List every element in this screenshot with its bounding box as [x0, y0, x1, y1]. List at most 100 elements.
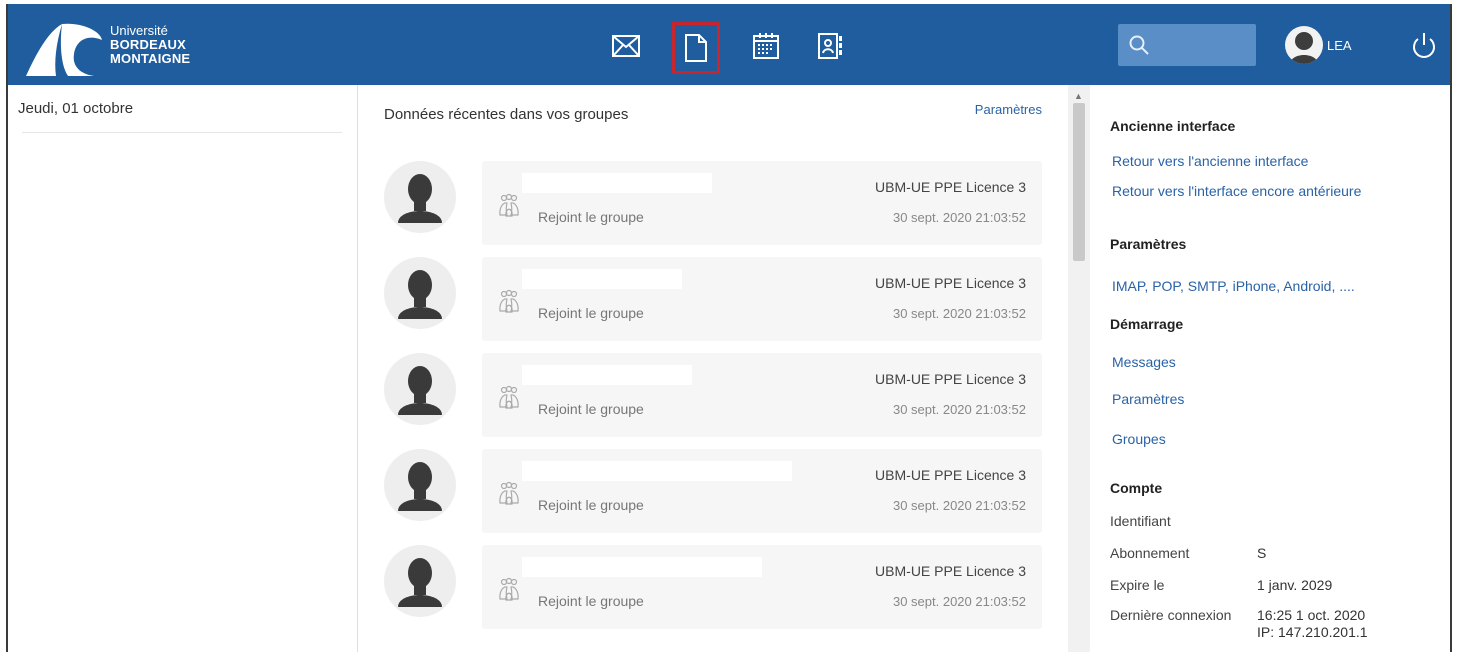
feed-item[interactable]: Rejoint le groupe UBM-UE PPE Licence 3 30 …: [384, 257, 1044, 341]
scroll-up-icon[interactable]: ▲: [1074, 91, 1083, 101]
feed-action: Rejoint le groupe: [538, 401, 644, 417]
scrollbar-thumb[interactable]: [1073, 103, 1085, 261]
feed-item[interactable]: Rejoint le groupe UBM-UE PPE Licence 3 30 …: [384, 449, 1044, 533]
feed-group-name[interactable]: UBM-UE PPE Licence 3: [875, 563, 1026, 579]
feed-card[interactable]: Rejoint le groupe UBM-UE PPE Licence 3 30 …: [482, 161, 1042, 245]
member-name: [522, 461, 792, 481]
left-panel: Jeudi, 01 octobre: [8, 85, 358, 652]
user-name: LEA: [1327, 37, 1352, 53]
member-name: [522, 365, 692, 385]
member-name: [522, 173, 712, 193]
logo-line-3: MONTAIGNE: [110, 51, 191, 66]
person-silhouette-icon: [398, 270, 442, 319]
search-icon: [1129, 35, 1149, 55]
top-bar: Université BORDEAUX MONTAIGNE LEA: [8, 4, 1450, 85]
nav-documents[interactable]: [672, 22, 720, 74]
person-silhouette-icon: [398, 366, 442, 415]
feed-group-name[interactable]: UBM-UE PPE Licence 3: [875, 371, 1026, 387]
feed-group-name[interactable]: UBM-UE PPE Licence 3: [875, 179, 1026, 195]
person-silhouette-icon: [1290, 32, 1318, 64]
member-avatar[interactable]: [384, 257, 456, 329]
feed-group-name[interactable]: UBM-UE PPE Licence 3: [875, 275, 1026, 291]
member-name: [522, 269, 682, 289]
power-icon: [1413, 33, 1435, 58]
group-icon-wrap: [498, 289, 520, 320]
expires-value: 1 janv. 2029: [1257, 577, 1333, 593]
feed-item[interactable]: Rejoint le groupe UBM-UE PPE Licence 3 30 …: [384, 353, 1044, 437]
feed-action: Rejoint le groupe: [538, 497, 644, 513]
logo-line-1: Université: [110, 23, 168, 38]
feed-card[interactable]: Rejoint le groupe UBM-UE PPE Licence 3 30 …: [482, 545, 1042, 629]
group-icon-wrap: [498, 481, 520, 512]
feed-action: Rejoint le groupe: [538, 209, 644, 225]
logo-line-2: BORDEAUX: [110, 37, 186, 52]
old-interface-title: Ancienne interface: [1110, 118, 1236, 134]
group-icon: [499, 385, 519, 409]
member-avatar[interactable]: [384, 545, 456, 617]
feed-timestamp: 30 sept. 2020 21:03:52: [892, 402, 1026, 417]
account-title: Compte: [1110, 480, 1163, 496]
app-window: Université BORDEAUX MONTAIGNE LEA Jeudi,…: [6, 4, 1452, 652]
contacts-icon: [818, 33, 842, 59]
logout-button[interactable]: [1408, 30, 1440, 62]
feed-timestamp: 30 sept. 2020 21:03:52: [892, 498, 1026, 513]
nav-mail[interactable]: [606, 26, 646, 66]
group-icon: [499, 481, 519, 505]
scrollbar[interactable]: ▲: [1068, 85, 1090, 652]
user-avatar: [1285, 26, 1323, 64]
subscription-label: Abonnement: [1110, 545, 1190, 561]
feed-item[interactable]: Rejoint le groupe UBM-UE PPE Licence 3 30 …: [384, 161, 1044, 245]
panel-title: Données récentes dans vos groupes: [384, 106, 629, 123]
feed-card[interactable]: Rejoint le groupe UBM-UE PPE Licence 3 30 …: [482, 449, 1042, 533]
mail-clients-link[interactable]: IMAP, POP, SMTP, iPhone, Android, ....: [1112, 278, 1355, 294]
member-avatar[interactable]: [384, 161, 456, 233]
subscription-value: S: [1257, 545, 1267, 561]
person-silhouette-icon: [398, 174, 442, 223]
mail-icon: [612, 35, 640, 57]
user-menu[interactable]: LEA: [1285, 22, 1352, 68]
last-login-label: Dernière connexion: [1110, 607, 1232, 623]
right-panel: Ancienne interface Retour vers l'ancienn…: [1090, 85, 1450, 652]
group-icon-wrap: [498, 193, 520, 224]
calendar-icon: [753, 33, 779, 59]
startup-groups-link[interactable]: Groupes: [1112, 431, 1166, 447]
current-date: Jeudi, 01 octobre: [18, 100, 134, 117]
params-link[interactable]: Paramètres: [975, 102, 1042, 117]
member-avatar[interactable]: [384, 449, 456, 521]
group-icon-wrap: [498, 577, 520, 608]
nav-calendar[interactable]: [746, 26, 786, 66]
old-interface-link[interactable]: Retour vers l'ancienne interface: [1112, 153, 1308, 169]
feed-timestamp: 30 sept. 2020 21:03:52: [892, 306, 1026, 321]
feed-card[interactable]: Rejoint le groupe UBM-UE PPE Licence 3 30 …: [482, 257, 1042, 341]
university-logo[interactable]: Université BORDEAUX MONTAIGNE: [18, 18, 238, 78]
settings-title: Paramètres: [1110, 236, 1187, 252]
feed-group-name[interactable]: UBM-UE PPE Licence 3: [875, 467, 1026, 483]
search-field[interactable]: [1118, 24, 1256, 66]
feed-action: Rejoint le groupe: [538, 593, 644, 609]
document-icon: [685, 34, 707, 62]
person-silhouette-icon: [398, 558, 442, 607]
person-silhouette-icon: [398, 462, 442, 511]
divider: [22, 132, 342, 133]
member-avatar[interactable]: [384, 353, 456, 425]
ip-value: IP: 147.210.201.1: [1257, 624, 1368, 640]
group-icon: [499, 289, 519, 313]
older-interface-link[interactable]: Retour vers l'interface encore antérieur…: [1112, 183, 1361, 199]
group-icon: [499, 577, 519, 601]
startup-settings-link[interactable]: Paramètres: [1112, 391, 1184, 407]
group-icon-wrap: [498, 385, 520, 416]
identifier-label: Identifiant: [1110, 513, 1171, 529]
feed-card[interactable]: Rejoint le groupe UBM-UE PPE Licence 3 30 …: [482, 353, 1042, 437]
logo-text: Université BORDEAUX MONTAIGNE: [110, 24, 190, 66]
recent-activity-panel: Données récentes dans vos groupes Paramè…: [358, 85, 1064, 652]
feed-action: Rejoint le groupe: [538, 305, 644, 321]
startup-title: Démarrage: [1110, 316, 1184, 332]
feed-timestamp: 30 sept. 2020 21:03:52: [892, 594, 1026, 609]
member-name: [522, 557, 762, 577]
startup-messages-link[interactable]: Messages: [1112, 354, 1176, 370]
feed-item[interactable]: Rejoint le groupe UBM-UE PPE Licence 3 30 …: [384, 545, 1044, 629]
expires-label: Expire le: [1110, 577, 1165, 593]
last-login-value: 16:25 1 oct. 2020: [1257, 607, 1366, 623]
logo-mark-icon: [26, 23, 102, 76]
nav-contacts[interactable]: [810, 26, 850, 66]
